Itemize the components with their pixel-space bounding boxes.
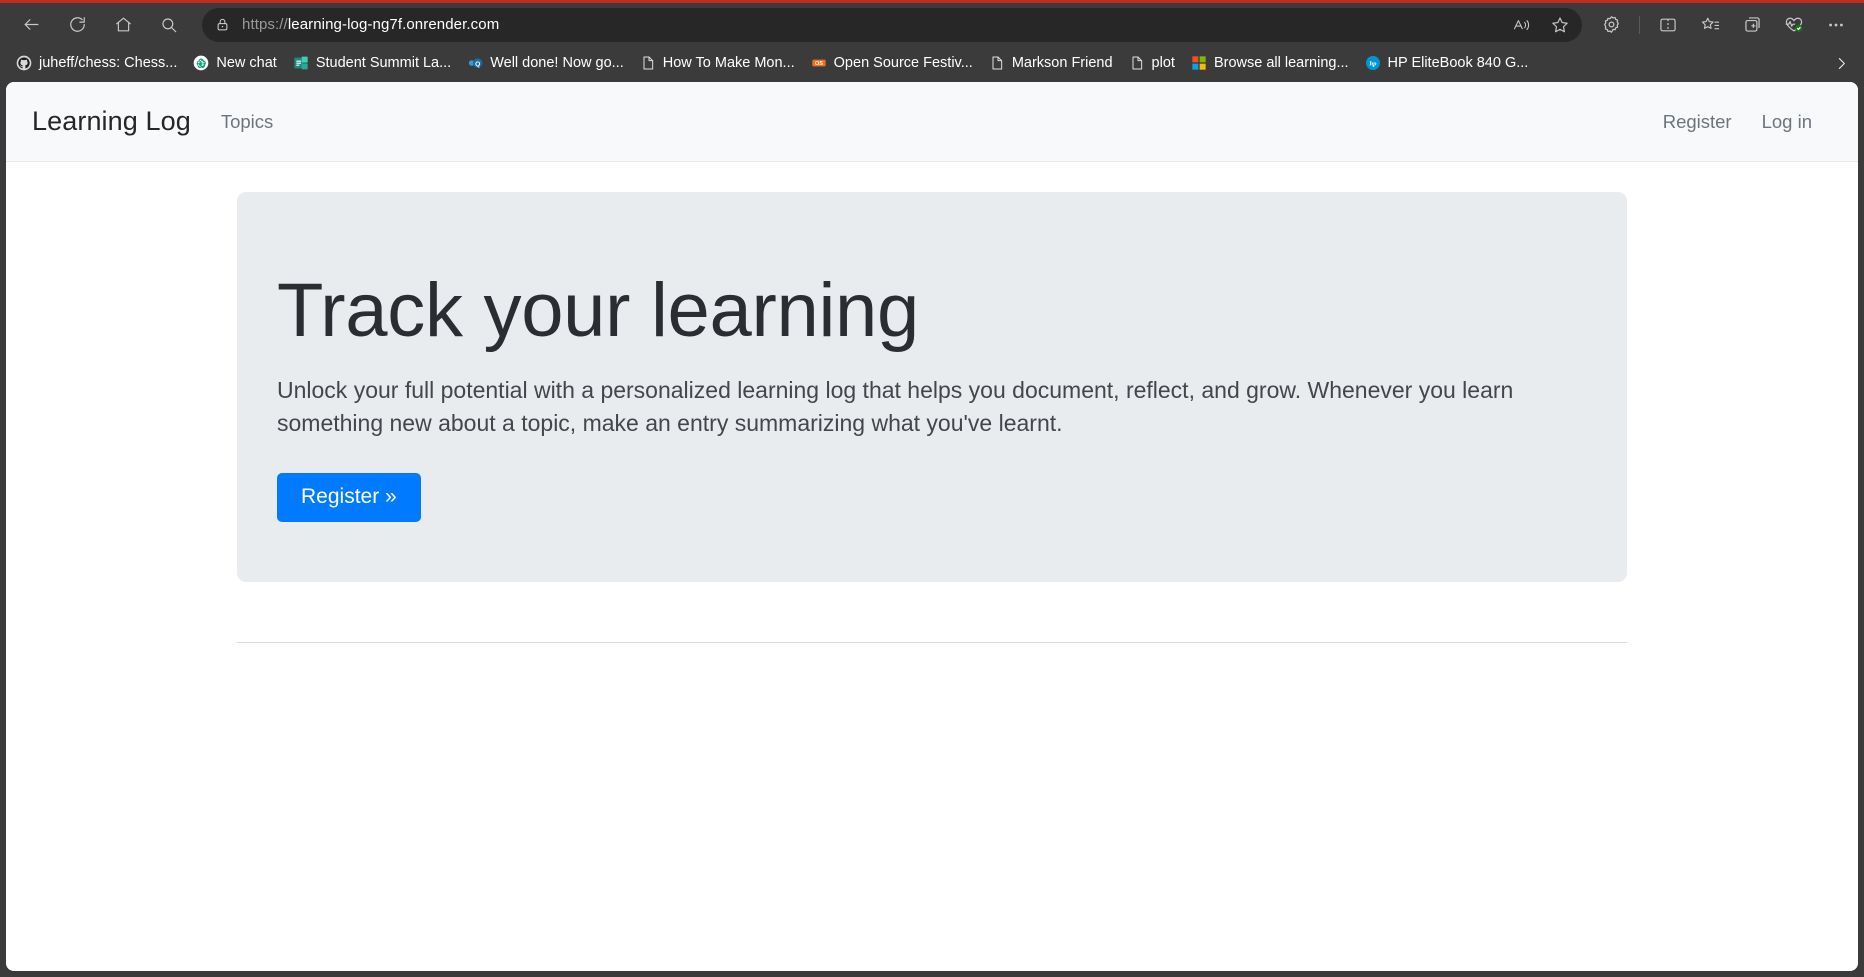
lock-icon[interactable] [206,11,238,39]
hp-icon: hp [1365,55,1381,71]
url-scheme: https:// [242,16,288,33]
openai-icon [193,55,209,71]
bookmarks-overflow-chevron-right-icon[interactable] [1828,50,1854,76]
read-aloud-icon[interactable] [1504,11,1540,39]
address-bar-actions [1504,8,1582,42]
nav-link-topics[interactable]: Topics [221,111,273,133]
bookmark-item[interactable]: hp HP EliteBook 840 G... [1357,50,1537,76]
bookmark-item[interactable]: OS Open Source Festiv... [803,50,981,76]
document-icon [989,55,1005,71]
browser-window: https://learning-log-ng7f.onrender.com j… [0,0,1864,977]
bookmark-label: juheff/chess: Chess... [39,55,178,71]
home-icon[interactable] [104,8,142,42]
bookmark-item[interactable]: Q Well done! Now go... [459,50,632,76]
extensions-icon[interactable] [1592,8,1630,42]
browser-essentials-icon[interactable] [1775,8,1813,42]
refresh-icon[interactable] [58,8,96,42]
collections-add-icon[interactable] [1733,8,1771,42]
url-text[interactable]: https://learning-log-ng7f.onrender.com [238,16,499,33]
site-brand[interactable]: Learning Log [32,106,191,137]
bookmark-label: Student Summit La... [315,55,452,71]
hero-lead-text: Unlock your full potential with a person… [277,377,1514,436]
bookmark-item[interactable]: juheff/chess: Chess... [8,50,185,76]
navigation-buttons [0,8,188,42]
bookmark-item[interactable]: Markson Friend [981,50,1121,76]
github-icon [16,55,32,71]
split-screen-icon[interactable] [1649,8,1687,42]
bookmark-item[interactable]: How To Make Mon... [632,50,803,76]
nav-link-login[interactable]: Log in [1762,111,1812,133]
bookmark-label: plot [1151,55,1175,71]
bookmark-item[interactable]: Browse all learning... [1183,50,1357,76]
bookmark-item[interactable]: Student Summit La... [285,50,459,76]
bookmark-item[interactable]: plot [1121,50,1183,76]
bookmark-item[interactable]: New chat [185,50,284,76]
address-bar[interactable]: https://learning-log-ng7f.onrender.com [202,7,1582,42]
os-badge-icon: OS [811,55,827,71]
page-body: Track your learning Unlock your full pot… [6,162,1858,970]
bookmark-label: New chat [216,55,277,71]
bookmark-label: Markson Friend [1011,55,1113,71]
svg-text:hp: hp [1369,61,1377,68]
bookmark-label: How To Make Mon... [662,55,795,71]
back-icon[interactable] [12,8,50,42]
sharepoint-icon [293,55,309,71]
site-auth-links: Register Log in [1663,111,1832,133]
page-title: Track your learning [277,268,919,353]
nav-link-register[interactable]: Register [1663,111,1732,133]
search-icon[interactable] [150,8,188,42]
toolbar-divider [1639,15,1640,34]
browser-toolbar: https://learning-log-ng7f.onrender.com [0,3,1864,46]
document-icon [1129,55,1145,71]
bookmark-label: Open Source Festiv... [833,55,973,71]
settings-more-icon[interactable] [1817,8,1855,42]
url-host: learning-log-ng7f.onrender.com [287,16,500,33]
site-nav-links: Topics [221,111,273,133]
site-navbar: Learning Log Topics Register Log in [6,82,1858,162]
hero-jumbotron: Track your learning Unlock your full pot… [237,192,1627,583]
bookmark-label: Well done! Now go... [490,55,624,71]
svg-text:Q: Q [475,61,480,68]
quiz-icon: Q [467,55,483,71]
document-icon [640,55,656,71]
microsoft-icon [1191,55,1207,71]
favorites-list-icon[interactable] [1691,8,1729,42]
bookmark-label: HP EliteBook 840 G... [1387,55,1529,71]
register-button[interactable]: Register » [277,473,421,523]
bookmarks-bar: juheff/chess: Chess... New chat Student … [0,46,1864,80]
svg-text:OS: OS [815,61,823,67]
footer-divider [237,642,1627,644]
toolbar-actions [1592,8,1863,42]
bookmark-label: Browse all learning... [1213,55,1349,71]
content-container: Track your learning Unlock your full pot… [237,162,1627,644]
page-viewport: Learning Log Topics Register Log in Trac… [6,82,1858,971]
favorite-star-icon[interactable] [1542,11,1578,39]
